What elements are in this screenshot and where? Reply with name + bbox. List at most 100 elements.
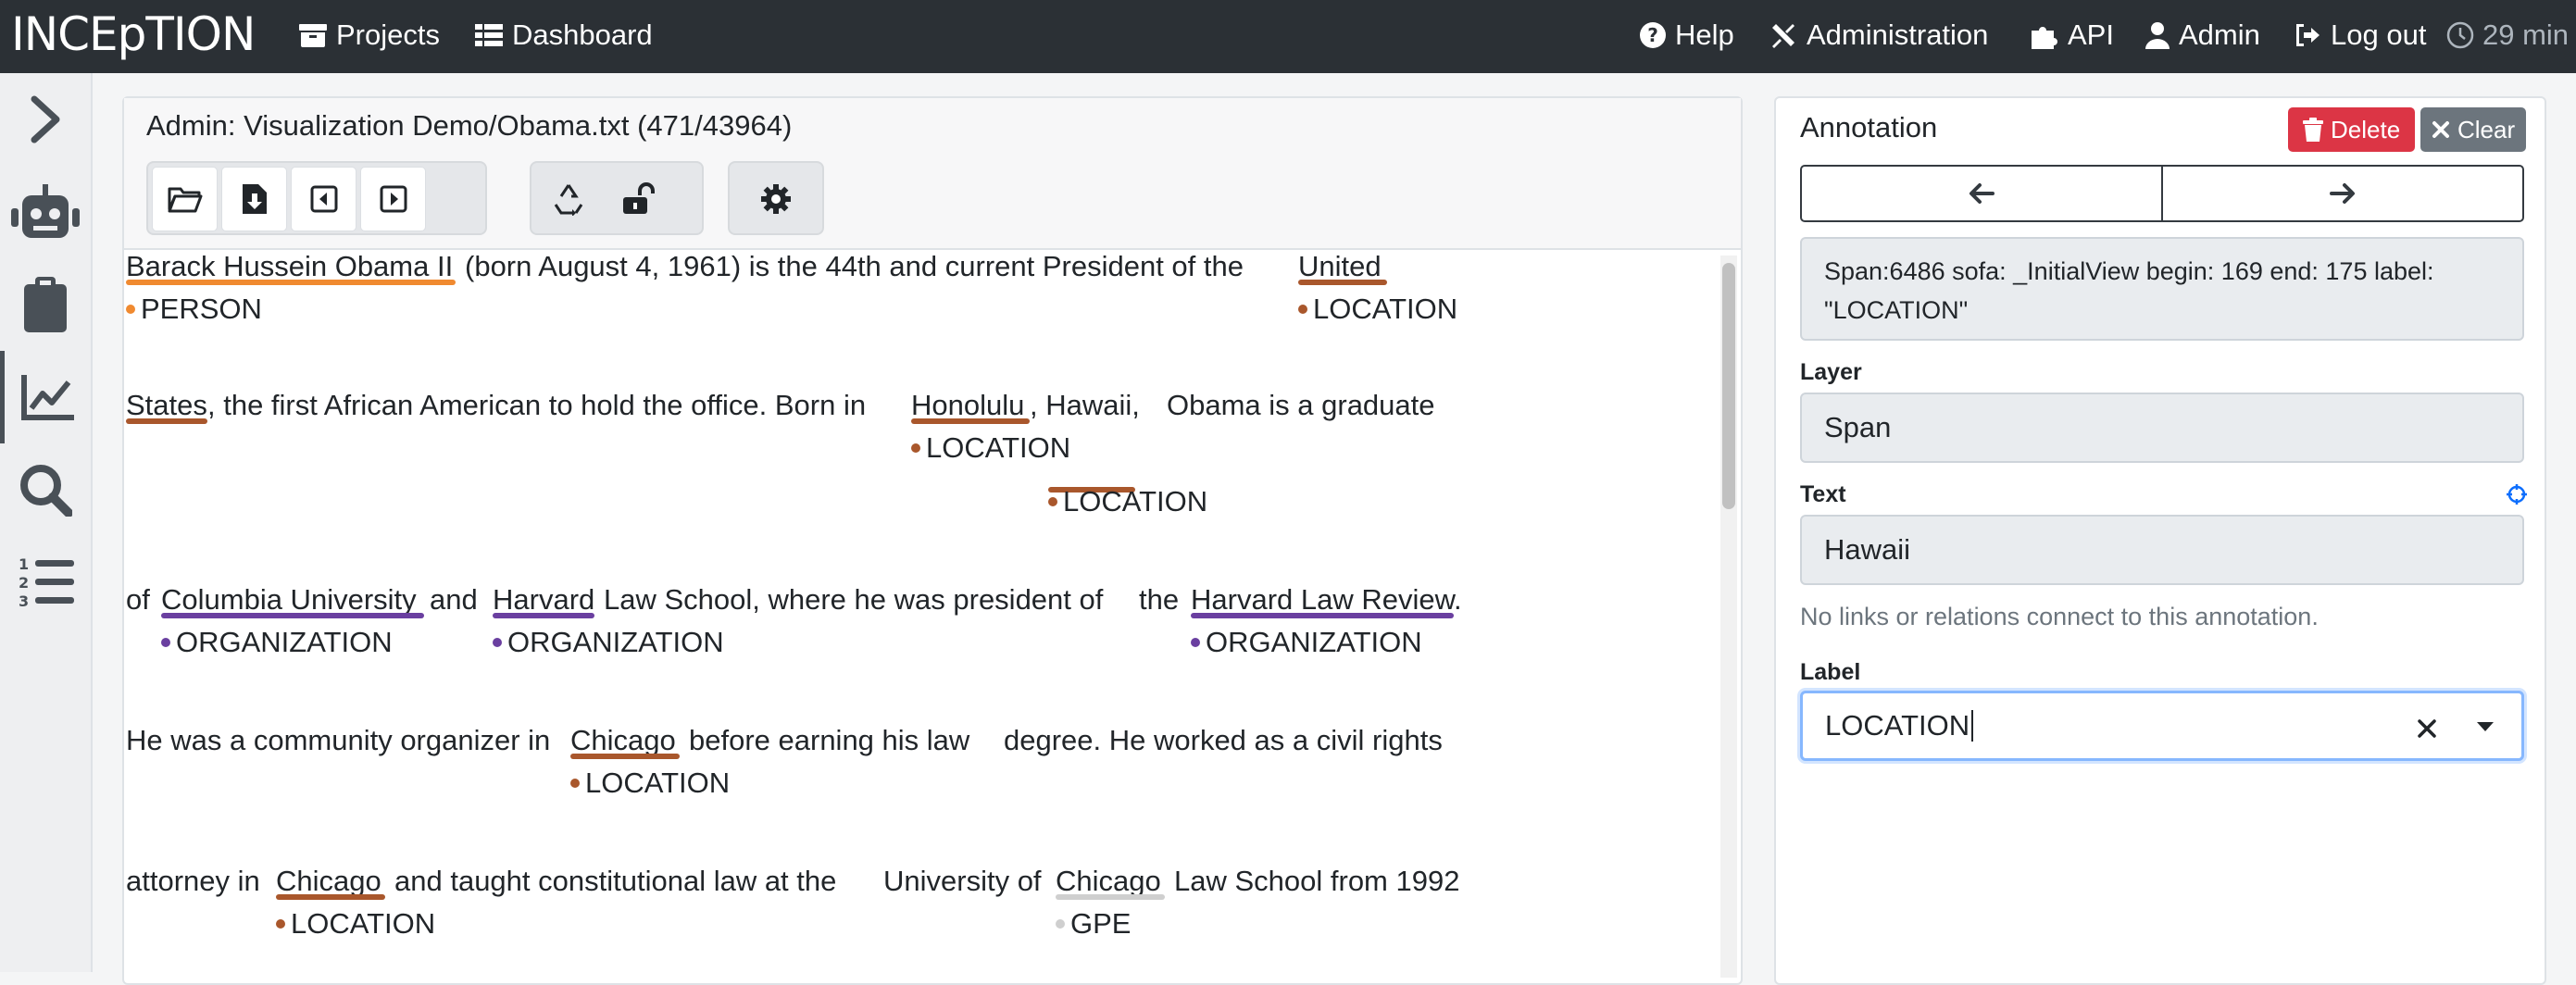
sidebar-item-search[interactable]: [0, 443, 91, 536]
span-label-text: ORGANIZATION: [1206, 626, 1422, 658]
document-scrollbar[interactable]: [1720, 256, 1737, 978]
label-field-label: Label: [1800, 659, 1861, 685]
text-segment: .: [1454, 583, 1462, 616]
session-timer: 29 min: [2446, 19, 2569, 52]
brand-logo[interactable]: INCEpTION: [11, 7, 256, 61]
nav-help[interactable]: ? Help: [1639, 19, 1734, 52]
previous-document-button[interactable]: [291, 167, 356, 231]
relations-note: No links or relations connect to this an…: [1800, 603, 2319, 630]
sidebar-item-document-list[interactable]: 123: [0, 536, 91, 629]
arrow-right-icon: [2330, 183, 2355, 204]
clear-button[interactable]: Clear: [2420, 107, 2527, 152]
span-underline[interactable]: [276, 894, 385, 900]
text-segment: University of: [883, 865, 1042, 897]
span-underline[interactable]: [126, 280, 456, 285]
nav-api[interactable]: API: [2030, 19, 2114, 52]
document-state-group: [530, 161, 704, 235]
span-label-text: PERSON: [141, 293, 262, 325]
sidebar-item-statistics[interactable]: [0, 351, 91, 443]
label-dot: [126, 305, 135, 314]
clipboard-icon: [24, 277, 67, 332]
span-underline[interactable]: [570, 754, 680, 759]
next-annotation-button[interactable]: [2161, 167, 2522, 220]
crosshairs-icon[interactable]: [2506, 483, 2528, 505]
recycle-icon: [554, 184, 582, 216]
nav-dashboard-label: Dashboard: [512, 19, 653, 51]
span-underline[interactable]: [1056, 894, 1165, 900]
lock-open-icon: [622, 182, 655, 214]
document-settings-group: [728, 161, 824, 235]
next-document-button[interactable]: [360, 167, 426, 231]
sidebar-item-recommenders[interactable]: [0, 166, 91, 258]
text-segment: Law School from 1992: [1174, 865, 1460, 897]
sidebar-item-clipboard[interactable]: [0, 258, 91, 351]
session-timer-label: 29 min: [2482, 19, 2570, 51]
scrollbar-thumb[interactable]: [1722, 263, 1735, 509]
label-dot: [1298, 305, 1307, 314]
nav-admin-user[interactable]: Admin: [2145, 19, 2260, 52]
label-combobox[interactable]: LOCATION: [1800, 691, 2524, 761]
previous-annotation-button[interactable]: [1802, 167, 2161, 220]
span-label[interactable]: LOCATION: [276, 905, 435, 942]
clear-button-label: Clear: [2457, 115, 2516, 143]
text-segment: Law School, where he was president of: [604, 583, 1104, 616]
span-label[interactable]: LOCATION: [1298, 291, 1457, 328]
gear-icon: [761, 184, 791, 214]
span-label-text: LOCATION: [1313, 293, 1458, 325]
annotation-editor[interactable]: Barack Hussein Obama II (born August 4, …: [124, 248, 1715, 985]
span-label[interactable]: ORGANIZATION: [493, 624, 724, 661]
label-combobox-value: LOCATION: [1825, 709, 1970, 742]
trash-icon: [2303, 118, 2323, 142]
document-title: Admin: Visualization Demo/Obama.txt (471…: [146, 109, 793, 142]
nav-dashboard[interactable]: Dashboard: [474, 19, 653, 52]
clear-selection-icon[interactable]: [2417, 718, 2437, 739]
annotation-info: Span:6486 sofa: _InitialView begin: 169 …: [1800, 237, 2524, 341]
span-label-text: GPE: [1070, 907, 1132, 940]
nav-logout[interactable]: Log out: [2293, 19, 2426, 52]
list-ol-icon: 123: [19, 556, 74, 608]
span-underline[interactable]: [126, 418, 207, 424]
left-sidebar: 123: [0, 73, 93, 972]
text-segment: , the first African American to hold the…: [207, 389, 867, 421]
svg-text:3: 3: [19, 592, 29, 608]
svg-text:1: 1: [19, 556, 29, 573]
text-segment: of: [126, 583, 150, 616]
nav-administration[interactable]: Administration: [1769, 19, 1988, 52]
delete-button[interactable]: Delete: [2288, 107, 2416, 152]
text-segment: , Hawaii,: [1030, 389, 1140, 421]
text-segment: and: [430, 583, 478, 616]
settings-button[interactable]: [733, 167, 819, 231]
label-dot: [1191, 638, 1200, 647]
span-underline[interactable]: [161, 613, 424, 618]
span-underline[interactable]: [1298, 280, 1387, 285]
table-list-icon: [475, 24, 503, 46]
label-dot: [911, 443, 920, 453]
span-label[interactable]: ORGANIZATION: [161, 624, 393, 661]
text-segment: degree. He worked as a civil rights: [1004, 724, 1443, 756]
span-underline[interactable]: [493, 613, 594, 618]
sidebar-toggle-button[interactable]: [0, 73, 91, 166]
finish-document-button[interactable]: [605, 167, 670, 231]
export-document-button[interactable]: [221, 167, 287, 231]
span-label[interactable]: LOCATION: [1048, 483, 1207, 520]
span-label[interactable]: LOCATION: [570, 765, 730, 802]
text-segment: the: [1139, 583, 1180, 616]
span-label-text: ORGANIZATION: [176, 626, 393, 658]
label-dot: [276, 919, 285, 929]
delete-button-label: Delete: [2331, 115, 2401, 143]
caret-square-left-icon: [310, 185, 337, 213]
chevron-down-icon[interactable]: [2476, 720, 2495, 733]
span-underline[interactable]: [911, 418, 1030, 424]
caret-square-right-icon: [380, 185, 406, 213]
span-label[interactable]: LOCATION: [911, 430, 1070, 467]
span-label[interactable]: ORGANIZATION: [1191, 624, 1422, 661]
document-nav-group: [146, 161, 487, 235]
annotation-panel-title: Annotation: [1800, 111, 1938, 143]
open-document-button[interactable]: [152, 167, 218, 231]
span-label[interactable]: PERSON: [126, 291, 262, 328]
span-underline[interactable]: [1191, 613, 1454, 618]
reset-document-button[interactable]: [535, 167, 601, 231]
nav-projects[interactable]: Projects: [298, 19, 440, 52]
chart-line-icon: [20, 375, 74, 420]
span-label[interactable]: GPE: [1056, 905, 1131, 942]
